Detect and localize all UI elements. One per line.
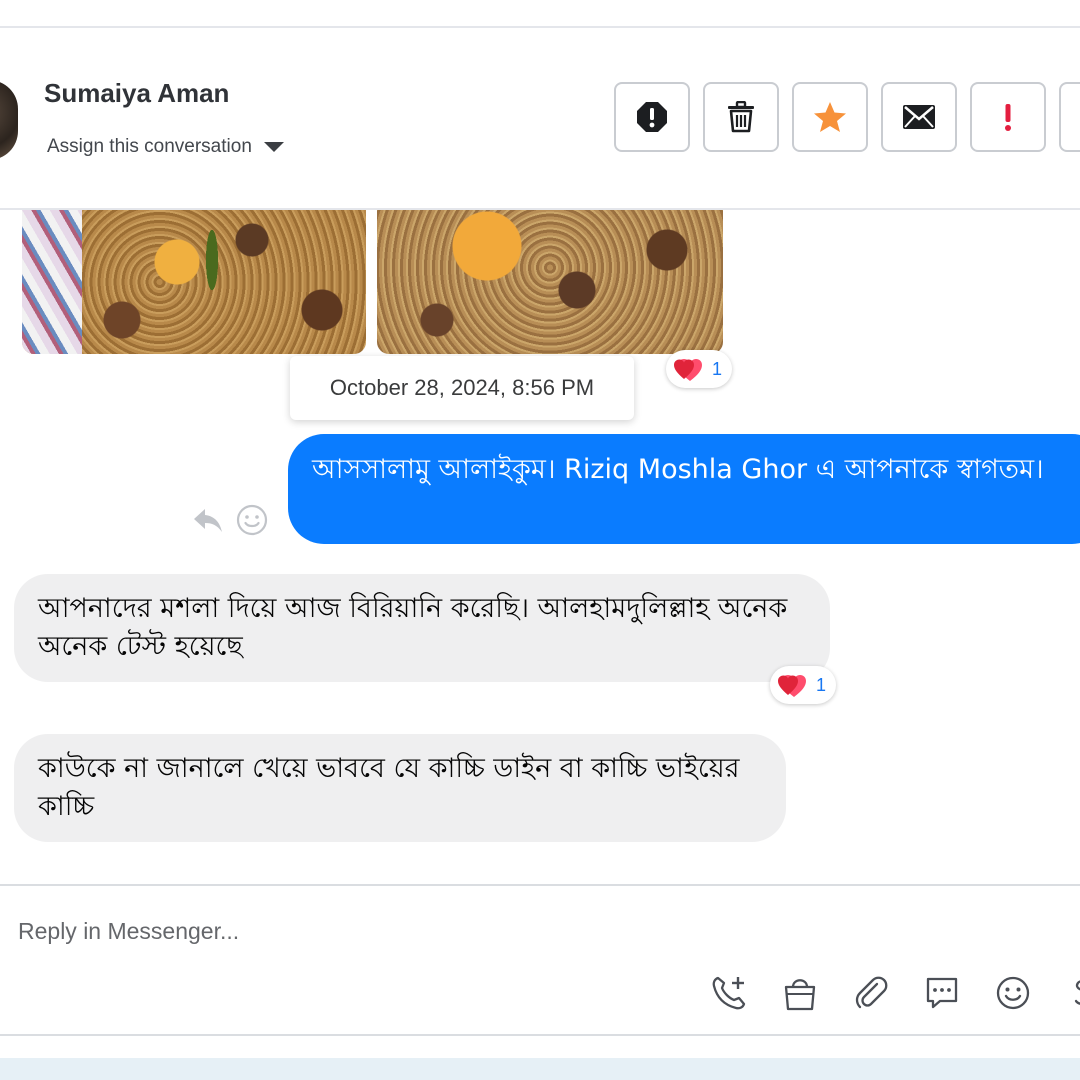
star-icon (814, 102, 846, 132)
emoji-icon (996, 976, 1030, 1010)
star-button[interactable] (792, 82, 868, 152)
outgoing-message[interactable]: আসসালামু আলাইকুম। Riziq Moshla Ghor এ আপ… (288, 434, 1080, 544)
dollar-icon (1074, 980, 1080, 1005)
photo-reaction-badge[interactable]: 1 (666, 350, 733, 388)
more-actions-button[interactable] (1059, 82, 1080, 152)
avatar[interactable] (0, 80, 18, 160)
shopping-bag-icon (784, 979, 816, 1011)
trash-icon (728, 101, 754, 133)
reaction-count: 1 (712, 358, 723, 379)
contact-name[interactable]: Sumaiya Aman (44, 78, 229, 109)
heart-icon (778, 675, 806, 697)
add-call-icon (712, 976, 746, 1010)
payment-button[interactable] (1065, 972, 1080, 1014)
chat-bubble-icon (926, 977, 958, 1009)
flag-important-button[interactable] (970, 82, 1046, 152)
add-call-button[interactable] (710, 972, 748, 1014)
heart-icon (674, 359, 702, 381)
reply-input[interactable] (18, 908, 1058, 954)
exclamation-icon (1005, 104, 1011, 131)
footer-band (0, 1058, 1080, 1080)
reaction-count: 1 (816, 674, 827, 695)
attach-button[interactable] (852, 972, 890, 1014)
mark-unread-button[interactable] (881, 82, 957, 152)
message-reaction-badge[interactable]: 1 (770, 666, 837, 704)
composer-divider (0, 884, 1080, 886)
incoming-message[interactable]: আপনাদের মশলা দিয়ে আজ বিরিয়ানি করেছি। আ… (14, 574, 830, 682)
shared-photo-1[interactable] (22, 210, 366, 354)
envelope-icon (903, 105, 935, 129)
header-actions (614, 82, 1080, 152)
emoji-button[interactable] (994, 972, 1032, 1014)
assign-label: Assign this conversation (47, 136, 252, 157)
composer-toolbar (710, 972, 1080, 1014)
paperclip-icon (855, 976, 888, 1009)
incoming-message[interactable]: কাউকে না জানালে খেয়ে ভাববে যে কাচ্চি ডা… (14, 734, 786, 842)
alert-octagon-icon (637, 102, 667, 132)
saved-replies-button[interactable] (923, 972, 961, 1014)
caret-down-icon (263, 142, 284, 152)
shared-photo-2[interactable] (377, 210, 723, 354)
timestamp-tooltip: October 28, 2024, 8:56 PM (290, 356, 634, 420)
delete-button[interactable] (703, 82, 779, 152)
message-hover-tools (192, 504, 268, 536)
composer-bottom-divider (0, 1034, 1080, 1036)
conversation-header: Sumaiya Aman Assign this conversation (0, 28, 1080, 210)
reply-icon[interactable] (192, 505, 224, 535)
assign-conversation-dropdown[interactable]: Assign this conversation (47, 136, 284, 158)
report-spam-button[interactable] (614, 82, 690, 152)
emoji-reaction-icon[interactable] (236, 504, 268, 536)
shop-button[interactable] (781, 972, 819, 1014)
conversation-view: Sumaiya Aman Assign this conversation 1 … (0, 0, 1080, 1080)
